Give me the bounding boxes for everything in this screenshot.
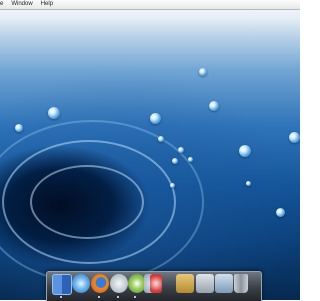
running-indicator [117,296,119,298]
dashboard-icon[interactable] [150,274,162,293]
menu-item-help[interactable]: Help [37,0,57,9]
water-droplet [188,157,193,162]
water-droplet [170,183,175,188]
water-droplet [48,107,60,119]
firefox-icon[interactable] [91,274,109,293]
running-indicator [60,296,62,298]
documents-folder-icon[interactable] [196,274,214,293]
water-droplet [289,132,300,143]
water-droplet [158,136,164,142]
mail-icon[interactable] [110,274,128,293]
running-indicator [98,296,100,298]
applications-folder-icon[interactable] [176,274,194,293]
trash-icon[interactable] [234,274,248,293]
water-droplet [178,147,184,153]
water-droplet [150,113,161,124]
menu-bar: e Window Help [0,0,300,10]
water-droplet [199,68,207,76]
splash-ring [30,165,144,239]
running-indicator [134,296,136,298]
menu-item-edit[interactable]: e [0,0,7,9]
downloads-folder-icon[interactable] [215,274,233,293]
finder-icon[interactable] [52,274,72,295]
water-droplet [276,208,285,217]
water-droplet [209,101,219,111]
water-droplet [15,124,23,132]
water-droplet [246,181,251,186]
menu-item-window[interactable]: Window [7,0,36,9]
water-droplet [172,158,178,164]
water-droplet [239,145,251,157]
safari-icon[interactable] [72,274,90,293]
desktop-wallpaper [0,0,300,300]
